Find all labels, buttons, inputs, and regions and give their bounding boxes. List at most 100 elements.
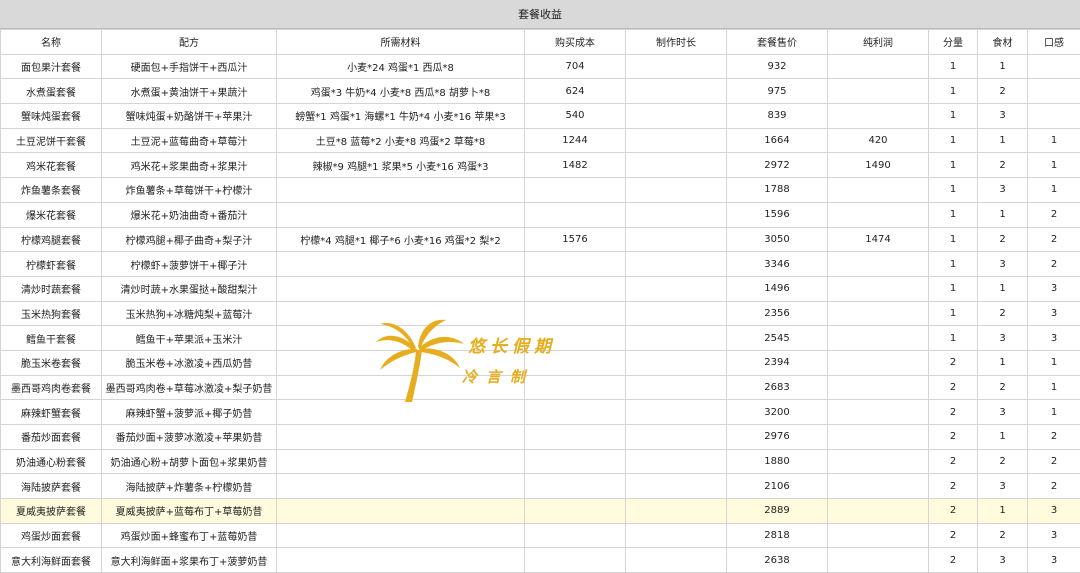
cell-materials[interactable] <box>277 178 525 203</box>
cell-price[interactable]: 2356 <box>727 301 828 326</box>
cell-cost[interactable] <box>525 400 626 425</box>
cell-materials[interactable] <box>277 449 525 474</box>
cell-ingredient[interactable]: 1 <box>978 499 1028 524</box>
cell-profit[interactable]: 420 <box>828 128 929 153</box>
col-header-name[interactable]: 名称 <box>1 30 102 55</box>
cell-name[interactable]: 清炒时蔬套餐 <box>1 276 102 301</box>
cell-profit[interactable] <box>828 104 929 129</box>
cell-materials[interactable] <box>277 350 525 375</box>
cell-ingredient[interactable]: 3 <box>978 104 1028 129</box>
cell-ingredient[interactable]: 1 <box>978 54 1028 79</box>
cell-price[interactable]: 3346 <box>727 252 828 277</box>
cell-recipe[interactable]: 玉米热狗+冰糖炖梨+蓝莓汁 <box>102 301 277 326</box>
cell-taste[interactable]: 3 <box>1028 326 1080 351</box>
cell-name[interactable]: 墨西哥鸡肉卷套餐 <box>1 375 102 400</box>
cell-name[interactable]: 柠檬虾套餐 <box>1 252 102 277</box>
cell-recipe[interactable]: 鸡蛋炒面+蜂蜜布丁+蓝莓奶昔 <box>102 523 277 548</box>
cell-materials[interactable] <box>277 425 525 450</box>
cell-portion[interactable]: 1 <box>929 227 978 252</box>
cell-taste[interactable] <box>1028 104 1080 129</box>
col-header-recipe[interactable]: 配方 <box>102 30 277 55</box>
cell-profit[interactable]: 1490 <box>828 153 929 178</box>
col-header-ingredient[interactable]: 食材 <box>978 30 1028 55</box>
cell-cost[interactable] <box>525 202 626 227</box>
cell-portion[interactable]: 1 <box>929 54 978 79</box>
cell-cost[interactable]: 1576 <box>525 227 626 252</box>
cell-cost[interactable] <box>525 326 626 351</box>
cell-recipe[interactable]: 蟹味炖蛋+奶酪饼干+苹果汁 <box>102 104 277 129</box>
cell-recipe[interactable]: 水煮蛋+黄油饼干+果蔬汁 <box>102 79 277 104</box>
cell-recipe[interactable]: 番茄炒面+菠萝冰激凌+苹果奶昔 <box>102 425 277 450</box>
cell-taste[interactable]: 2 <box>1028 425 1080 450</box>
cell-ingredient[interactable]: 3 <box>978 178 1028 203</box>
cell-cost[interactable]: 1482 <box>525 153 626 178</box>
cell-profit[interactable] <box>828 79 929 104</box>
cell-price[interactable]: 975 <box>727 79 828 104</box>
cell-name[interactable]: 蟹味炖蛋套餐 <box>1 104 102 129</box>
cell-profit[interactable] <box>828 499 929 524</box>
cell-cost[interactable] <box>525 375 626 400</box>
cell-profit[interactable] <box>828 548 929 573</box>
cell-taste[interactable]: 1 <box>1028 400 1080 425</box>
cell-name[interactable]: 玉米热狗套餐 <box>1 301 102 326</box>
cell-profit[interactable] <box>828 202 929 227</box>
cell-ingredient[interactable]: 2 <box>978 301 1028 326</box>
cell-materials[interactable] <box>277 375 525 400</box>
cell-recipe[interactable]: 脆玉米卷+冰激凌+西瓜奶昔 <box>102 350 277 375</box>
cell-name[interactable]: 面包果汁套餐 <box>1 54 102 79</box>
cell-portion[interactable]: 2 <box>929 425 978 450</box>
cell-materials[interactable]: 柠檬*4 鸡腿*1 椰子*6 小麦*16 鸡蛋*2 梨*2 <box>277 227 525 252</box>
cell-duration[interactable] <box>626 54 727 79</box>
cell-portion[interactable]: 2 <box>929 375 978 400</box>
cell-duration[interactable] <box>626 252 727 277</box>
cell-ingredient[interactable]: 1 <box>978 202 1028 227</box>
cell-duration[interactable] <box>626 400 727 425</box>
cell-recipe[interactable]: 夏威夷披萨+蓝莓布丁+草莓奶昔 <box>102 499 277 524</box>
cell-ingredient[interactable]: 3 <box>978 548 1028 573</box>
cell-price[interactable]: 1496 <box>727 276 828 301</box>
cell-name[interactable]: 柠檬鸡腿套餐 <box>1 227 102 252</box>
cell-recipe[interactable]: 奶油通心粉+胡萝卜面包+浆果奶昔 <box>102 449 277 474</box>
cell-cost[interactable] <box>525 523 626 548</box>
cell-recipe[interactable]: 柠檬鸡腿+椰子曲奇+梨子汁 <box>102 227 277 252</box>
cell-ingredient[interactable]: 1 <box>978 128 1028 153</box>
cell-duration[interactable] <box>626 350 727 375</box>
col-header-duration[interactable]: 制作时长 <box>626 30 727 55</box>
cell-profit[interactable] <box>828 474 929 499</box>
cell-taste[interactable]: 1 <box>1028 350 1080 375</box>
cell-price[interactable]: 1596 <box>727 202 828 227</box>
cell-cost[interactable] <box>525 449 626 474</box>
cell-portion[interactable]: 1 <box>929 128 978 153</box>
col-header-cost[interactable]: 购买成本 <box>525 30 626 55</box>
cell-materials[interactable]: 鸡蛋*3 牛奶*4 小麦*8 西瓜*8 胡萝卜*8 <box>277 79 525 104</box>
cell-profit[interactable] <box>828 400 929 425</box>
cell-name[interactable]: 鳕鱼干套餐 <box>1 326 102 351</box>
cell-ingredient[interactable]: 3 <box>978 326 1028 351</box>
cell-profit[interactable] <box>828 54 929 79</box>
cell-duration[interactable] <box>626 523 727 548</box>
cell-materials[interactable] <box>277 276 525 301</box>
cell-price[interactable]: 1788 <box>727 178 828 203</box>
cell-cost[interactable] <box>525 178 626 203</box>
cell-recipe[interactable]: 意大利海鲜面+浆果布丁+菠萝奶昔 <box>102 548 277 573</box>
cell-profit[interactable] <box>828 326 929 351</box>
cell-name[interactable]: 炸鱼薯条套餐 <box>1 178 102 203</box>
cell-portion[interactable]: 2 <box>929 499 978 524</box>
col-header-price[interactable]: 套餐售价 <box>727 30 828 55</box>
cell-portion[interactable]: 2 <box>929 400 978 425</box>
cell-taste[interactable]: 3 <box>1028 276 1080 301</box>
cell-taste[interactable]: 1 <box>1028 153 1080 178</box>
cell-name[interactable]: 水煮蛋套餐 <box>1 79 102 104</box>
cell-profit[interactable] <box>828 425 929 450</box>
cell-duration[interactable] <box>626 276 727 301</box>
cell-price[interactable]: 2394 <box>727 350 828 375</box>
cell-name[interactable]: 鸡米花套餐 <box>1 153 102 178</box>
cell-duration[interactable] <box>626 425 727 450</box>
cell-profit[interactable] <box>828 301 929 326</box>
cell-materials[interactable]: 土豆*8 蓝莓*2 小麦*8 鸡蛋*2 草莓*8 <box>277 128 525 153</box>
cell-duration[interactable] <box>626 499 727 524</box>
cell-recipe[interactable]: 清炒时蔬+水果蛋挞+酸甜梨汁 <box>102 276 277 301</box>
cell-portion[interactable]: 2 <box>929 548 978 573</box>
cell-ingredient[interactable]: 3 <box>978 252 1028 277</box>
cell-portion[interactable]: 1 <box>929 79 978 104</box>
